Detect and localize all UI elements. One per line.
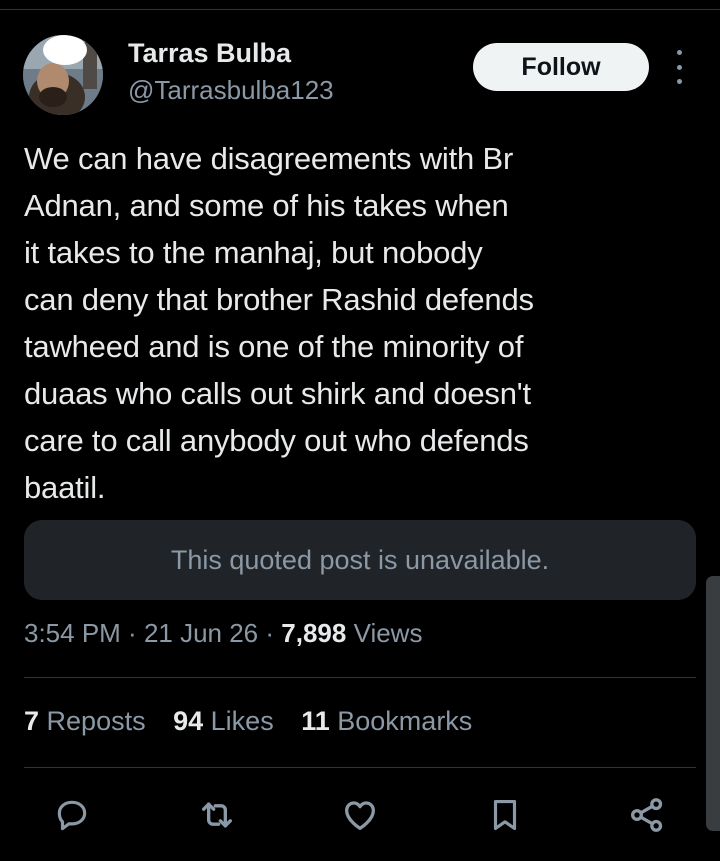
scrollbar[interactable] xyxy=(706,576,720,831)
reposts-count: 7 xyxy=(24,706,40,736)
likes-label: Likes xyxy=(203,706,274,736)
author-display-name[interactable]: Tarras Bulba xyxy=(128,38,291,69)
like-icon[interactable] xyxy=(340,795,380,835)
tweet-text: We can have disagreements with Br Adnan,… xyxy=(24,141,534,505)
reposts-label: Reposts xyxy=(39,706,146,736)
reposts-stat[interactable]: 7 Reposts xyxy=(24,706,146,736)
bookmark-icon[interactable] xyxy=(485,795,525,835)
top-divider xyxy=(0,9,720,10)
likes-count: 94 xyxy=(173,706,204,736)
author-handle[interactable]: @Tarrasbulba123 xyxy=(128,75,334,106)
stats-top-divider xyxy=(24,677,696,678)
bookmarks-label: Bookmarks xyxy=(329,706,473,736)
meta-separator: · xyxy=(120,618,144,648)
avatar-photo xyxy=(23,35,103,115)
views-count: 7,898 xyxy=(281,618,347,648)
share-icon[interactable] xyxy=(627,795,667,835)
more-options-icon[interactable] xyxy=(664,50,694,84)
bookmarks-stat[interactable]: 11 Bookmarks xyxy=(301,706,472,736)
reply-icon[interactable] xyxy=(52,795,92,835)
bookmarks-count: 11 xyxy=(301,706,330,736)
avatar[interactable] xyxy=(23,35,103,115)
views-label: Views xyxy=(346,618,423,648)
follow-button[interactable]: Follow xyxy=(473,43,649,91)
meta-separator: · xyxy=(258,618,282,648)
tweet-date[interactable]: 21 Jun 26 xyxy=(144,618,258,648)
tweet-meta: 3:54 PM · 21 Jun 26 · 7,898 Views xyxy=(24,618,422,649)
repost-icon[interactable] xyxy=(197,795,237,835)
quoted-post-notice: This quoted post is unavailable. xyxy=(170,544,550,575)
engagement-stats: 7 Reposts 94 Likes 11 Bookmarks xyxy=(24,706,492,737)
stats-bottom-divider xyxy=(24,767,696,768)
quoted-post-unavailable: This quoted post is unavailable. xyxy=(24,520,696,600)
likes-stat[interactable]: 94 Likes xyxy=(173,706,274,736)
tweet-time[interactable]: 3:54 PM xyxy=(24,618,121,648)
